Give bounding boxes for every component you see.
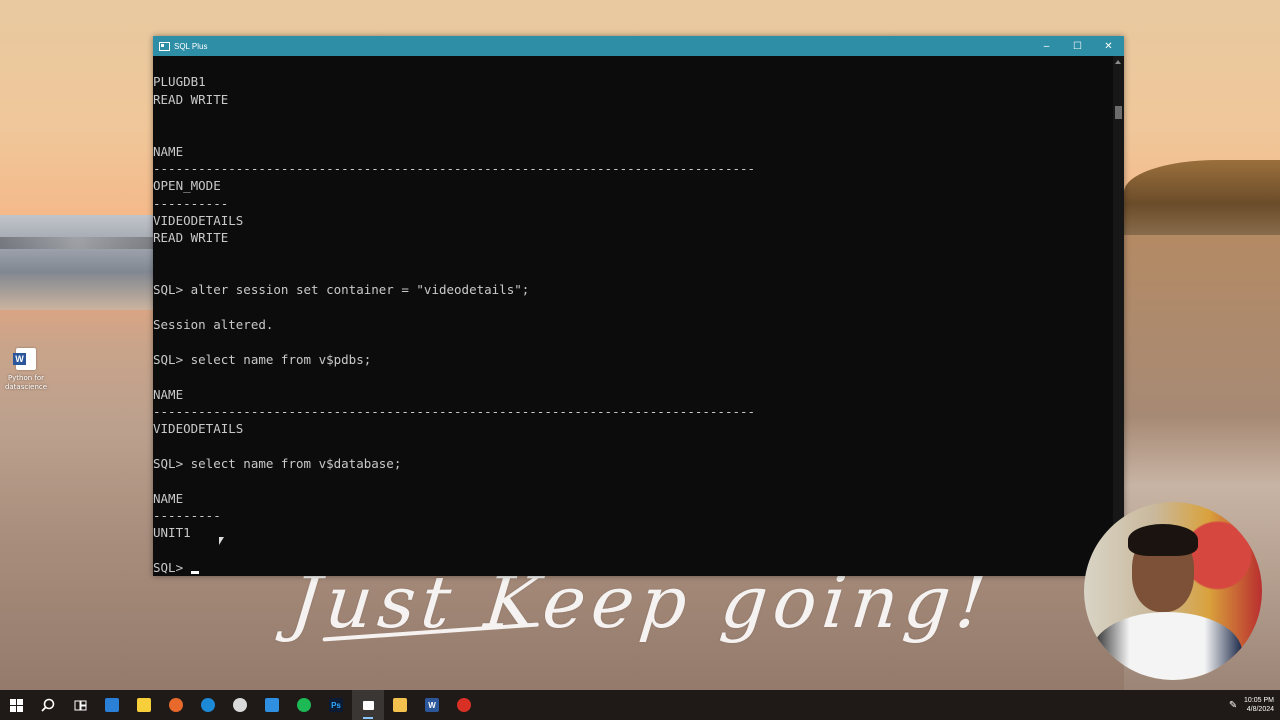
console-output[interactable]: PLUGDB1 READ WRITE NAME -------------------… bbox=[153, 56, 1113, 576]
search-icon[interactable] bbox=[32, 690, 64, 720]
clock-date: 4/8/2024 bbox=[1246, 706, 1274, 713]
sqlplus-window[interactable]: SQL Plus – ☐ ✕ PLUGDB1 READ WRITE NAME ----… bbox=[153, 36, 1124, 576]
console-app-icon bbox=[159, 41, 170, 51]
console-line: NAME bbox=[153, 386, 184, 402]
word-icon[interactable]: W bbox=[416, 690, 448, 720]
console-line: READ WRITE bbox=[153, 230, 229, 246]
sqlplus-icon[interactable] bbox=[352, 690, 384, 720]
webcam-person-hair bbox=[1128, 524, 1198, 556]
window-title: SQL Plus bbox=[174, 41, 208, 51]
webcam-overlay bbox=[1084, 502, 1262, 680]
spotify-icon[interactable] bbox=[288, 690, 320, 720]
minimize-button[interactable]: – bbox=[1031, 36, 1062, 56]
edge-icon[interactable] bbox=[192, 690, 224, 720]
photoshop-icon[interactable]: Ps bbox=[320, 690, 352, 720]
mouse-pointer-icon bbox=[219, 537, 224, 545]
webcam-person-shirt bbox=[1092, 612, 1242, 680]
console-line: VIDEODETAILS bbox=[153, 421, 244, 437]
console-line: NAME bbox=[153, 143, 184, 159]
desktop-icon-python-for-datascience[interactable]: W Python for datascience bbox=[4, 348, 48, 392]
taskbar: Ps W ✎ 10:05 PM 4/8/2024 bbox=[0, 690, 1280, 720]
clock-time: 10:05 PM bbox=[1244, 697, 1274, 704]
console-line: ----------------------------------------… bbox=[153, 161, 756, 177]
console-line: ----------------------------------------… bbox=[153, 403, 756, 419]
scroll-up-arrow-icon[interactable] bbox=[1115, 60, 1121, 64]
console-line: SQL> select name from v$pdbs; bbox=[153, 351, 372, 367]
firefox-icon[interactable] bbox=[160, 690, 192, 720]
bird-app-icon[interactable] bbox=[224, 690, 256, 720]
arrow-app-icon[interactable] bbox=[256, 690, 288, 720]
pen-icon[interactable]: ✎ bbox=[1222, 690, 1244, 720]
chrome-icon[interactable] bbox=[448, 690, 480, 720]
vertical-scrollbar[interactable] bbox=[1113, 56, 1124, 576]
sticky-notes-icon[interactable] bbox=[128, 690, 160, 720]
console-line: UNIT1 bbox=[153, 525, 191, 541]
wallpaper-handwriting: Just Keep going! bbox=[286, 560, 996, 644]
desktop-hill-background bbox=[1124, 160, 1280, 240]
file-explorer-icon[interactable] bbox=[384, 690, 416, 720]
store-icon[interactable] bbox=[96, 690, 128, 720]
windows-start-icon[interactable] bbox=[0, 690, 32, 720]
console-line: --------- bbox=[153, 507, 221, 523]
clock[interactable]: 10:05 PM 4/8/2024 bbox=[1244, 696, 1280, 714]
console-line: PLUGDB1 bbox=[153, 74, 206, 90]
window-titlebar[interactable]: SQL Plus – ☐ ✕ bbox=[153, 36, 1124, 56]
maximize-button[interactable]: ☐ bbox=[1062, 36, 1093, 56]
console-line: VIDEODETAILS bbox=[153, 213, 244, 229]
console-line: SQL> alter session set container = "vide… bbox=[153, 282, 530, 298]
console-line: SQL> select name from v$database; bbox=[153, 455, 402, 471]
desktop-icon-label: Python for datascience bbox=[4, 374, 48, 391]
console-line: READ WRITE bbox=[153, 91, 229, 107]
close-button[interactable]: ✕ bbox=[1093, 36, 1124, 56]
text-cursor bbox=[190, 570, 199, 574]
console-line: NAME bbox=[153, 490, 184, 506]
desktop-sea-background bbox=[0, 215, 155, 310]
console-line: SQL> bbox=[153, 559, 1113, 576]
console-line: OPEN_MODE bbox=[153, 178, 221, 194]
console-line: Session altered. bbox=[153, 317, 274, 333]
system-tray: ✎ 10:05 PM 4/8/2024 bbox=[1222, 690, 1280, 720]
word-document-icon: W bbox=[13, 348, 36, 370]
console-line: ---------- bbox=[153, 195, 229, 211]
scrollbar-thumb[interactable] bbox=[1115, 106, 1122, 119]
task-view-icon[interactable] bbox=[64, 690, 96, 720]
